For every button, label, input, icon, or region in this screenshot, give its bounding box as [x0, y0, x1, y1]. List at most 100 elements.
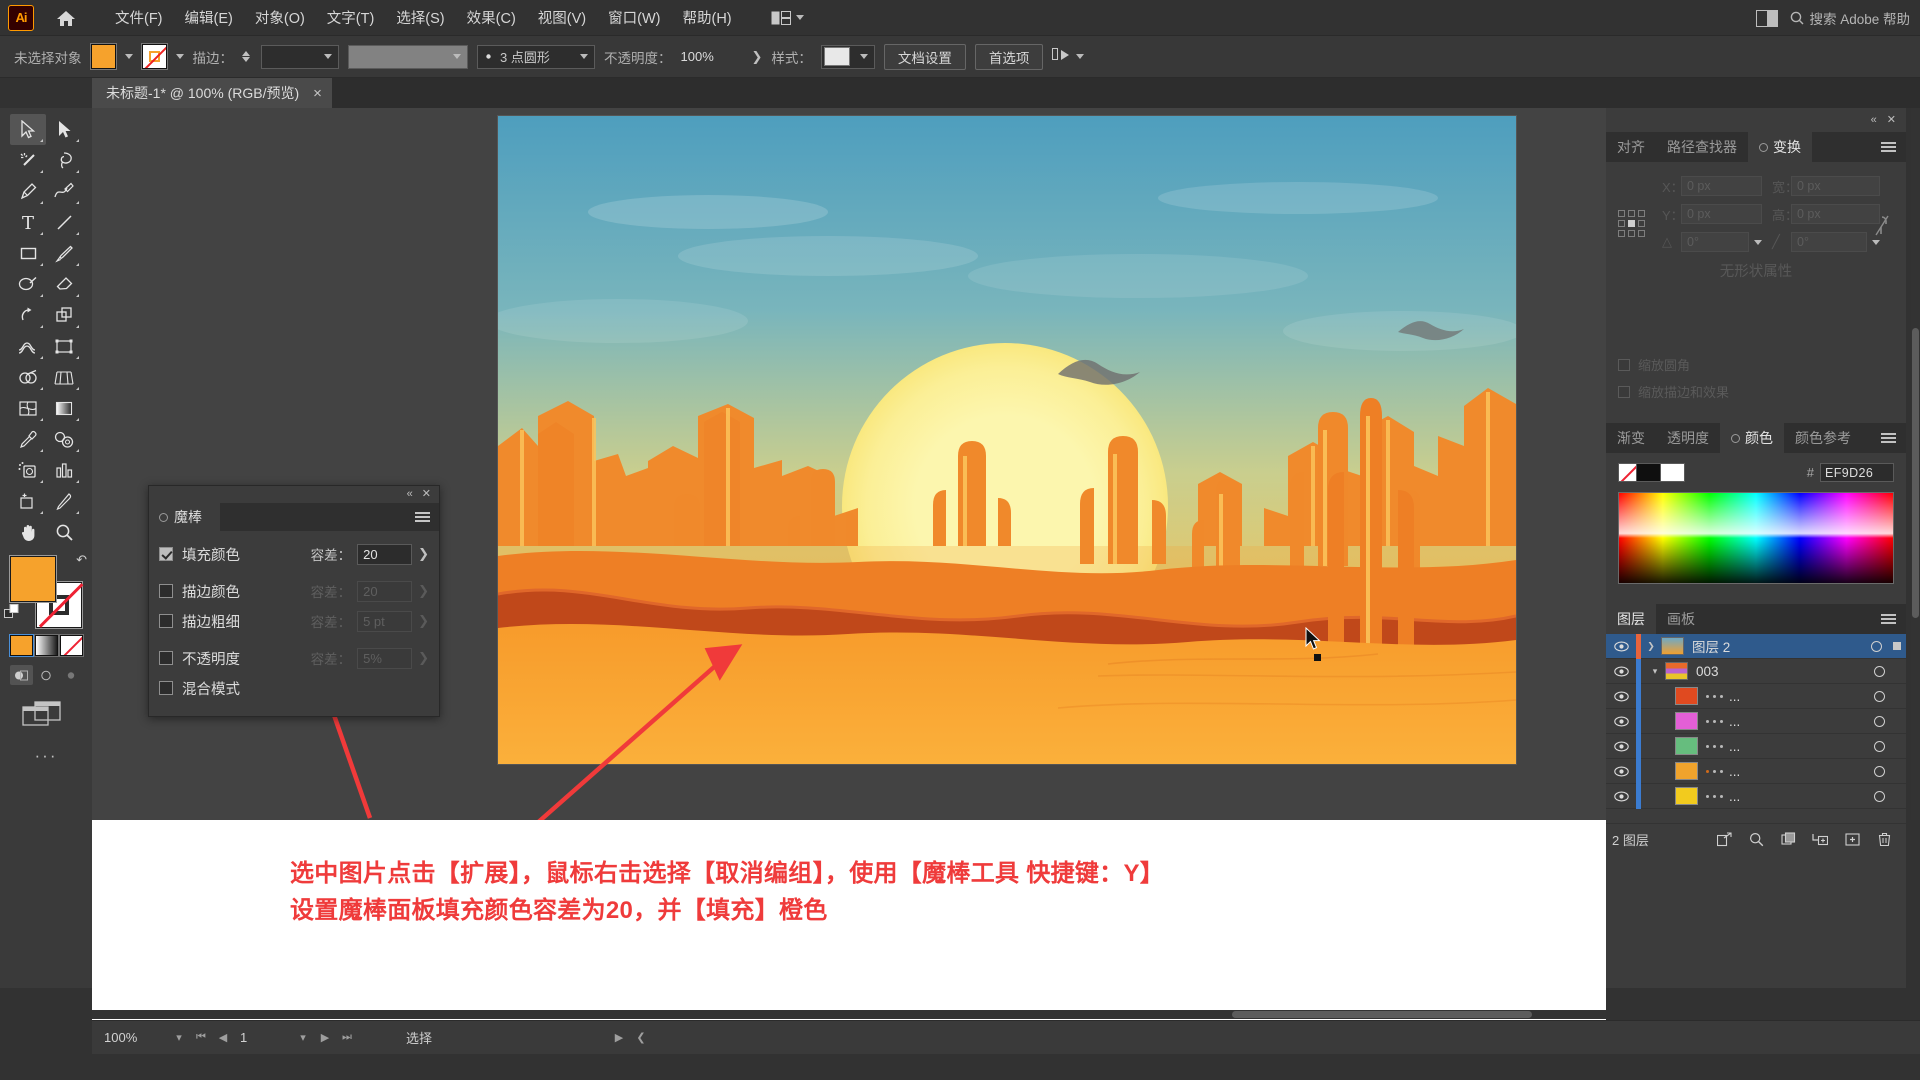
selection-tool[interactable]: [10, 114, 46, 145]
rotate-tool[interactable]: [10, 300, 46, 331]
visibility-eye-icon[interactable]: [1606, 666, 1636, 677]
status-expand-icon[interactable]: ▶: [608, 1031, 630, 1044]
curvature-tool[interactable]: [46, 176, 82, 207]
stroke-weight-tolerance-input[interactable]: 5 pt: [357, 610, 413, 632]
table-row[interactable]: ...: [1606, 758, 1906, 784]
canvas-horizontal-scrollbar[interactable]: [92, 1010, 1606, 1019]
swap-fill-stroke-icon[interactable]: ↶: [76, 552, 87, 568]
tab-layers[interactable]: 图层: [1606, 604, 1656, 634]
transform-shear-field[interactable]: ╱ 0°: [1772, 232, 1880, 252]
pen-tool[interactable]: [10, 176, 46, 207]
direct-selection-tool[interactable]: [46, 114, 82, 145]
transform-y-field[interactable]: Y： 0 px: [1662, 204, 1762, 224]
canvas-vertical-scrollbar[interactable]: [1911, 108, 1920, 820]
stroke-profile-dropdown[interactable]: [348, 44, 468, 69]
chevron-down-icon[interactable]: [1754, 239, 1762, 245]
color-spectrum-ramp[interactable]: [1618, 492, 1894, 584]
fill-tolerance-input[interactable]: 20: [357, 543, 413, 565]
rectangle-tool[interactable]: [10, 238, 46, 269]
zoom-level-value[interactable]: 100%: [100, 1027, 168, 1048]
document-tab[interactable]: 未标题-1* @ 100% (RGB/预览) ×: [92, 78, 333, 108]
table-row[interactable]: ...: [1606, 708, 1906, 734]
locate-object-button[interactable]: [1740, 832, 1772, 847]
target-indicator[interactable]: [1862, 715, 1896, 727]
target-indicator[interactable]: [1862, 690, 1896, 702]
visibility-eye-icon[interactable]: [1606, 766, 1636, 777]
artboard-tool[interactable]: [10, 486, 46, 517]
transform-width-field[interactable]: 宽： 0 px: [1772, 176, 1880, 196]
tab-pathfinder[interactable]: 路径查找器: [1656, 132, 1748, 162]
opacity-expand-icon[interactable]: ❯: [752, 49, 763, 65]
edit-toolbar-button[interactable]: ···: [0, 746, 92, 766]
target-indicator[interactable]: [1862, 790, 1896, 802]
arrange-documents-icon[interactable]: [1756, 9, 1779, 27]
release-to-layers-button[interactable]: [1708, 832, 1740, 847]
collapse-icon[interactable]: «: [1871, 114, 1877, 126]
chevron-right-icon[interactable]: ❯: [1641, 641, 1661, 652]
document-setup-button[interactable]: 文档设置: [883, 43, 966, 70]
artboard-number-value[interactable]: 1: [234, 1028, 292, 1048]
slice-tool[interactable]: [46, 486, 82, 517]
visibility-eye-icon[interactable]: [1606, 691, 1636, 702]
perspective-grid-tool[interactable]: [46, 362, 82, 393]
white-swatch[interactable]: [1661, 463, 1685, 482]
close-icon[interactable]: ×: [313, 86, 322, 101]
fill-tolerance-expand-icon[interactable]: ❯: [418, 546, 429, 562]
transform-x-field[interactable]: X： 0 px: [1662, 176, 1762, 196]
stroke-weight-tolerance-expand-icon[interactable]: ❯: [418, 613, 429, 629]
scale-strokes-option[interactable]: 缩放描边和效果: [1618, 382, 1906, 401]
stroke-tolerance-expand-icon[interactable]: ❯: [418, 583, 429, 599]
stroke-tolerance-input[interactable]: 20: [357, 580, 413, 602]
tab-color-guide[interactable]: 颜色参考: [1784, 423, 1862, 453]
delete-layer-button[interactable]: [1868, 832, 1900, 847]
menu-item-edit[interactable]: 编辑(E): [174, 2, 244, 33]
visibility-eye-icon[interactable]: [1606, 791, 1636, 802]
fill-color-swatch[interactable]: [89, 43, 117, 70]
toolbar-fill-swatch[interactable]: [9, 555, 57, 603]
collapse-icon[interactable]: «: [407, 489, 413, 500]
shaper-tool[interactable]: [10, 269, 46, 300]
opacity-value[interactable]: 100%: [680, 49, 743, 64]
visibility-eye-icon[interactable]: [1606, 716, 1636, 727]
panel-menu-icon[interactable]: [1881, 142, 1896, 152]
opacity-checkbox[interactable]: [159, 651, 173, 665]
default-fill-stroke-icon[interactable]: [4, 604, 21, 626]
draw-inside-button[interactable]: [60, 665, 83, 685]
artboard-chevron-down-icon[interactable]: ▾: [292, 1031, 314, 1044]
lasso-tool[interactable]: [46, 145, 82, 176]
create-sublayer-button[interactable]: [1804, 832, 1836, 847]
free-transform-tool[interactable]: [46, 331, 82, 362]
paintbrush-tool[interactable]: [46, 238, 82, 269]
tab-color[interactable]: 颜色: [1720, 423, 1784, 453]
blend-tool[interactable]: [46, 424, 82, 455]
tab-gradient[interactable]: 渐变: [1606, 423, 1656, 453]
transform-height-field[interactable]: 高： 0 px: [1772, 204, 1880, 224]
line-segment-tool[interactable]: [46, 207, 82, 238]
menu-item-effect[interactable]: 效果(C): [456, 2, 527, 33]
black-swatch[interactable]: [1637, 463, 1661, 482]
magic-wand-tool[interactable]: [10, 145, 46, 176]
menu-item-object[interactable]: 对象(O): [244, 2, 316, 33]
artboard[interactable]: [498, 116, 1516, 764]
screen-mode-button[interactable]: [22, 701, 92, 732]
hand-tool[interactable]: [10, 517, 46, 548]
graphic-style-dropdown[interactable]: [820, 44, 875, 69]
previous-artboard-button[interactable]: ◀: [212, 1031, 234, 1044]
fill-chevron-down-icon[interactable]: [124, 54, 133, 59]
transform-rotate-field[interactable]: △ 0°: [1662, 232, 1762, 252]
shape-builder-tool[interactable]: [10, 362, 46, 393]
scale-corners-option[interactable]: 缩放圆角: [1618, 355, 1906, 374]
stroke-color-swatch[interactable]: [140, 43, 168, 70]
panel-menu-icon[interactable]: [1881, 433, 1896, 443]
blending-mode-checkbox[interactable]: [159, 681, 173, 695]
color-mode-button[interactable]: [9, 634, 34, 657]
menu-item-window[interactable]: 窗口(W): [597, 2, 671, 33]
menu-item-file[interactable]: 文件(F): [104, 2, 174, 33]
table-row[interactable]: ...: [1606, 733, 1906, 759]
menu-item-help[interactable]: 帮助(H): [671, 2, 742, 33]
scale-strokes-checkbox[interactable]: [1618, 385, 1630, 398]
stroke-weight-checkbox[interactable]: [159, 614, 173, 628]
scale-corners-checkbox[interactable]: [1618, 358, 1630, 371]
gradient-tool[interactable]: [46, 393, 82, 424]
tab-align[interactable]: 对齐: [1606, 132, 1656, 162]
